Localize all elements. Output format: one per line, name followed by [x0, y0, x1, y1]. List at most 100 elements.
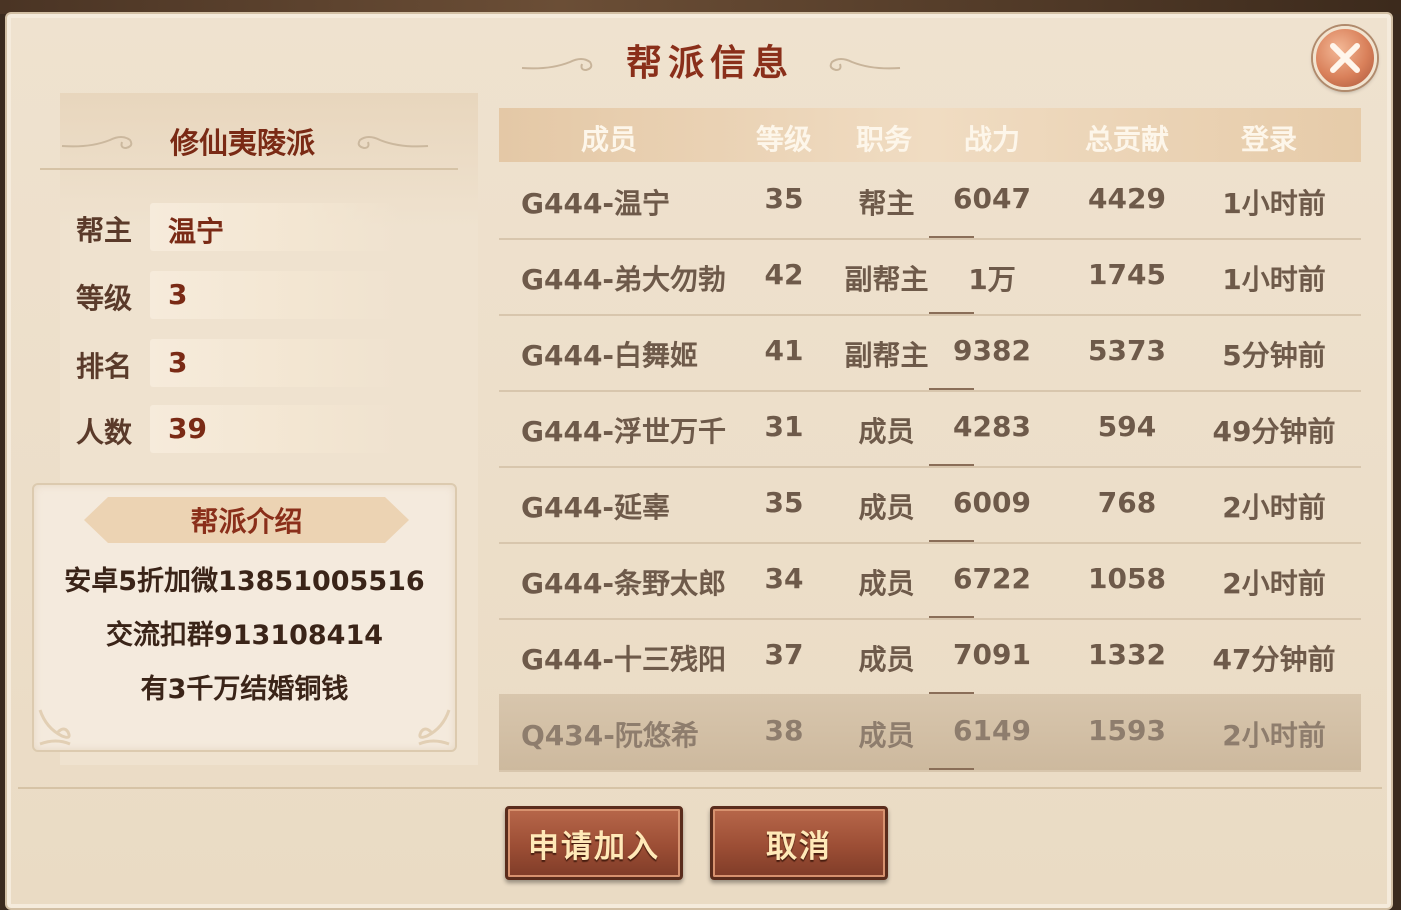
header-power: 战力: [963, 123, 1020, 156]
level-value-box: 3: [150, 271, 400, 319]
corner-ornament-left-icon: [38, 709, 71, 746]
row-accent: [929, 768, 974, 770]
member-power: 6047: [953, 182, 1031, 215]
member-name: G444-弟大勿勃: [521, 263, 727, 296]
guild-name: 修仙夷陵派: [170, 126, 316, 160]
table-row[interactable]: Q434-阮悠希 38 成员 6149 1593 2小时前: [499, 694, 1361, 772]
level-row: 等级 3: [76, 271, 400, 319]
member-role: 副帮主: [844, 339, 929, 372]
member-role: 成员: [858, 415, 915, 448]
member-count-row: 人数 39: [76, 405, 400, 453]
member-power: 6722: [953, 562, 1031, 595]
close-button[interactable]: [1313, 26, 1377, 90]
intro-title-tag: 帮派介绍: [84, 497, 409, 543]
table-header: 成员 等级 职务 战力 总贡献 登录: [499, 108, 1361, 162]
member-level: 35: [764, 486, 804, 519]
rank-label: 排名: [76, 350, 133, 383]
table-row[interactable]: G444-浮世万千 31 成员 4283 594 49分钟前: [499, 390, 1361, 468]
member-role: 成员: [858, 491, 915, 524]
table-row[interactable]: G444-条野太郎 34 成员 6722 1058 2小时前: [499, 542, 1361, 620]
level-label: 等级: [76, 282, 133, 315]
dialog-title: 帮派信息: [625, 42, 794, 84]
table-row[interactable]: G444-温宁 35 帮主 6047 4429 1小时前: [499, 162, 1361, 240]
guild-name-row: 修仙夷陵派: [40, 106, 458, 170]
intro-title: 帮派介绍: [190, 505, 303, 538]
member-level: 35: [764, 182, 804, 215]
leader-value: 温宁: [168, 215, 225, 248]
cancel-label: 取消: [766, 828, 832, 865]
member-level: 41: [764, 334, 804, 367]
rank-row: 排名 3: [76, 339, 400, 387]
member-table: 成员 等级 职务 战力 总贡献 登录 G444-温宁 35 帮主 6047 44…: [499, 108, 1361, 772]
header-role: 职务: [855, 123, 912, 156]
member-contribution: 768: [1097, 486, 1157, 519]
corner-ornament-right-icon: [418, 709, 451, 746]
member-login: 2小时前: [1222, 719, 1326, 752]
header-contribution: 总贡献: [1084, 123, 1169, 156]
guild-name-left-swirl-icon: [61, 136, 133, 150]
member-login: 1小时前: [1222, 187, 1326, 220]
member-role: 副帮主: [844, 263, 929, 296]
member-login: 2小时前: [1222, 567, 1326, 600]
member-role: 成员: [858, 643, 915, 676]
leader-label: 帮主: [76, 214, 133, 247]
member-name: Q434-阮悠希: [521, 719, 699, 752]
apply-join-label: 申请加入: [528, 828, 660, 865]
member-login: 47分钟前: [1212, 643, 1336, 676]
member-role: 帮主: [858, 187, 915, 220]
member-power: 7091: [953, 638, 1031, 671]
member-name: G444-十三残阳: [521, 643, 727, 676]
member-count-label: 人数: [76, 416, 133, 449]
member-power: 9382: [953, 334, 1031, 367]
table-row[interactable]: G444-白舞姬 41 副帮主 9382 5373 5分钟前: [499, 314, 1361, 392]
member-login: 5分钟前: [1222, 339, 1326, 372]
member-level: 34: [764, 562, 804, 595]
header-member: 成员: [580, 123, 637, 156]
member-name: G444-浮世万千: [521, 415, 727, 448]
rank-value: 3: [168, 346, 188, 379]
close-x-icon: [1330, 43, 1360, 73]
apply-join-button[interactable]: 申请加入: [505, 806, 683, 880]
leader-row: 帮主 温宁: [76, 203, 400, 251]
level-value: 3: [168, 278, 188, 311]
header-level: 等级: [755, 123, 812, 156]
rank-value-box: 3: [150, 339, 400, 387]
header-login: 登录: [1240, 123, 1297, 156]
member-contribution: 1058: [1088, 562, 1166, 595]
member-power: 6149: [953, 714, 1031, 747]
member-name: G444-白舞姬: [521, 339, 699, 372]
member-contribution: 1593: [1088, 714, 1166, 747]
member-role: 成员: [858, 567, 915, 600]
member-level: 38: [764, 714, 804, 747]
member-contribution: 1745: [1088, 258, 1166, 291]
member-login: 49分钟前: [1212, 415, 1336, 448]
member-name: G444-延辜: [521, 491, 671, 524]
leader-value-box: 温宁: [150, 203, 400, 251]
member-role: 成员: [858, 719, 915, 752]
member-login: 2小时前: [1222, 491, 1326, 524]
member-power: 6009: [953, 486, 1031, 519]
cancel-button[interactable]: 取消: [710, 806, 888, 880]
member-name: G444-温宁: [521, 187, 671, 220]
member-count-value-box: 39: [150, 405, 400, 453]
guild-name-right-swirl-icon: [357, 136, 429, 150]
member-level: 37: [764, 638, 804, 671]
title-right-swirl-icon: [829, 58, 901, 72]
table-row[interactable]: G444-延辜 35 成员 6009 768 2小时前: [499, 466, 1361, 544]
table-row[interactable]: G444-弟大勿勃 42 副帮主 1万 1745 1小时前: [499, 238, 1361, 316]
member-name: G444-条野太郎: [521, 567, 727, 600]
member-power: 1万: [968, 263, 1016, 296]
member-count-value: 39: [168, 412, 207, 445]
member-contribution: 4429: [1088, 182, 1166, 215]
intro-line-2: 交流扣群913108414: [105, 620, 384, 651]
footer-divider: [18, 787, 1382, 789]
intro-line-1: 安卓5折加微13851005516: [64, 566, 425, 597]
member-level: 31: [764, 410, 804, 443]
member-level: 42: [764, 258, 804, 291]
member-power: 4283: [953, 410, 1031, 443]
guild-intro-box: 帮派介绍 安卓5折加微13851005516 交流扣群913108414 有3千…: [32, 483, 457, 752]
table-row[interactable]: G444-十三残阳 37 成员 7091 1332 47分钟前: [499, 618, 1361, 696]
member-contribution: 5373: [1088, 334, 1166, 367]
member-login: 1小时前: [1222, 263, 1326, 296]
member-contribution: 1332: [1088, 638, 1166, 671]
